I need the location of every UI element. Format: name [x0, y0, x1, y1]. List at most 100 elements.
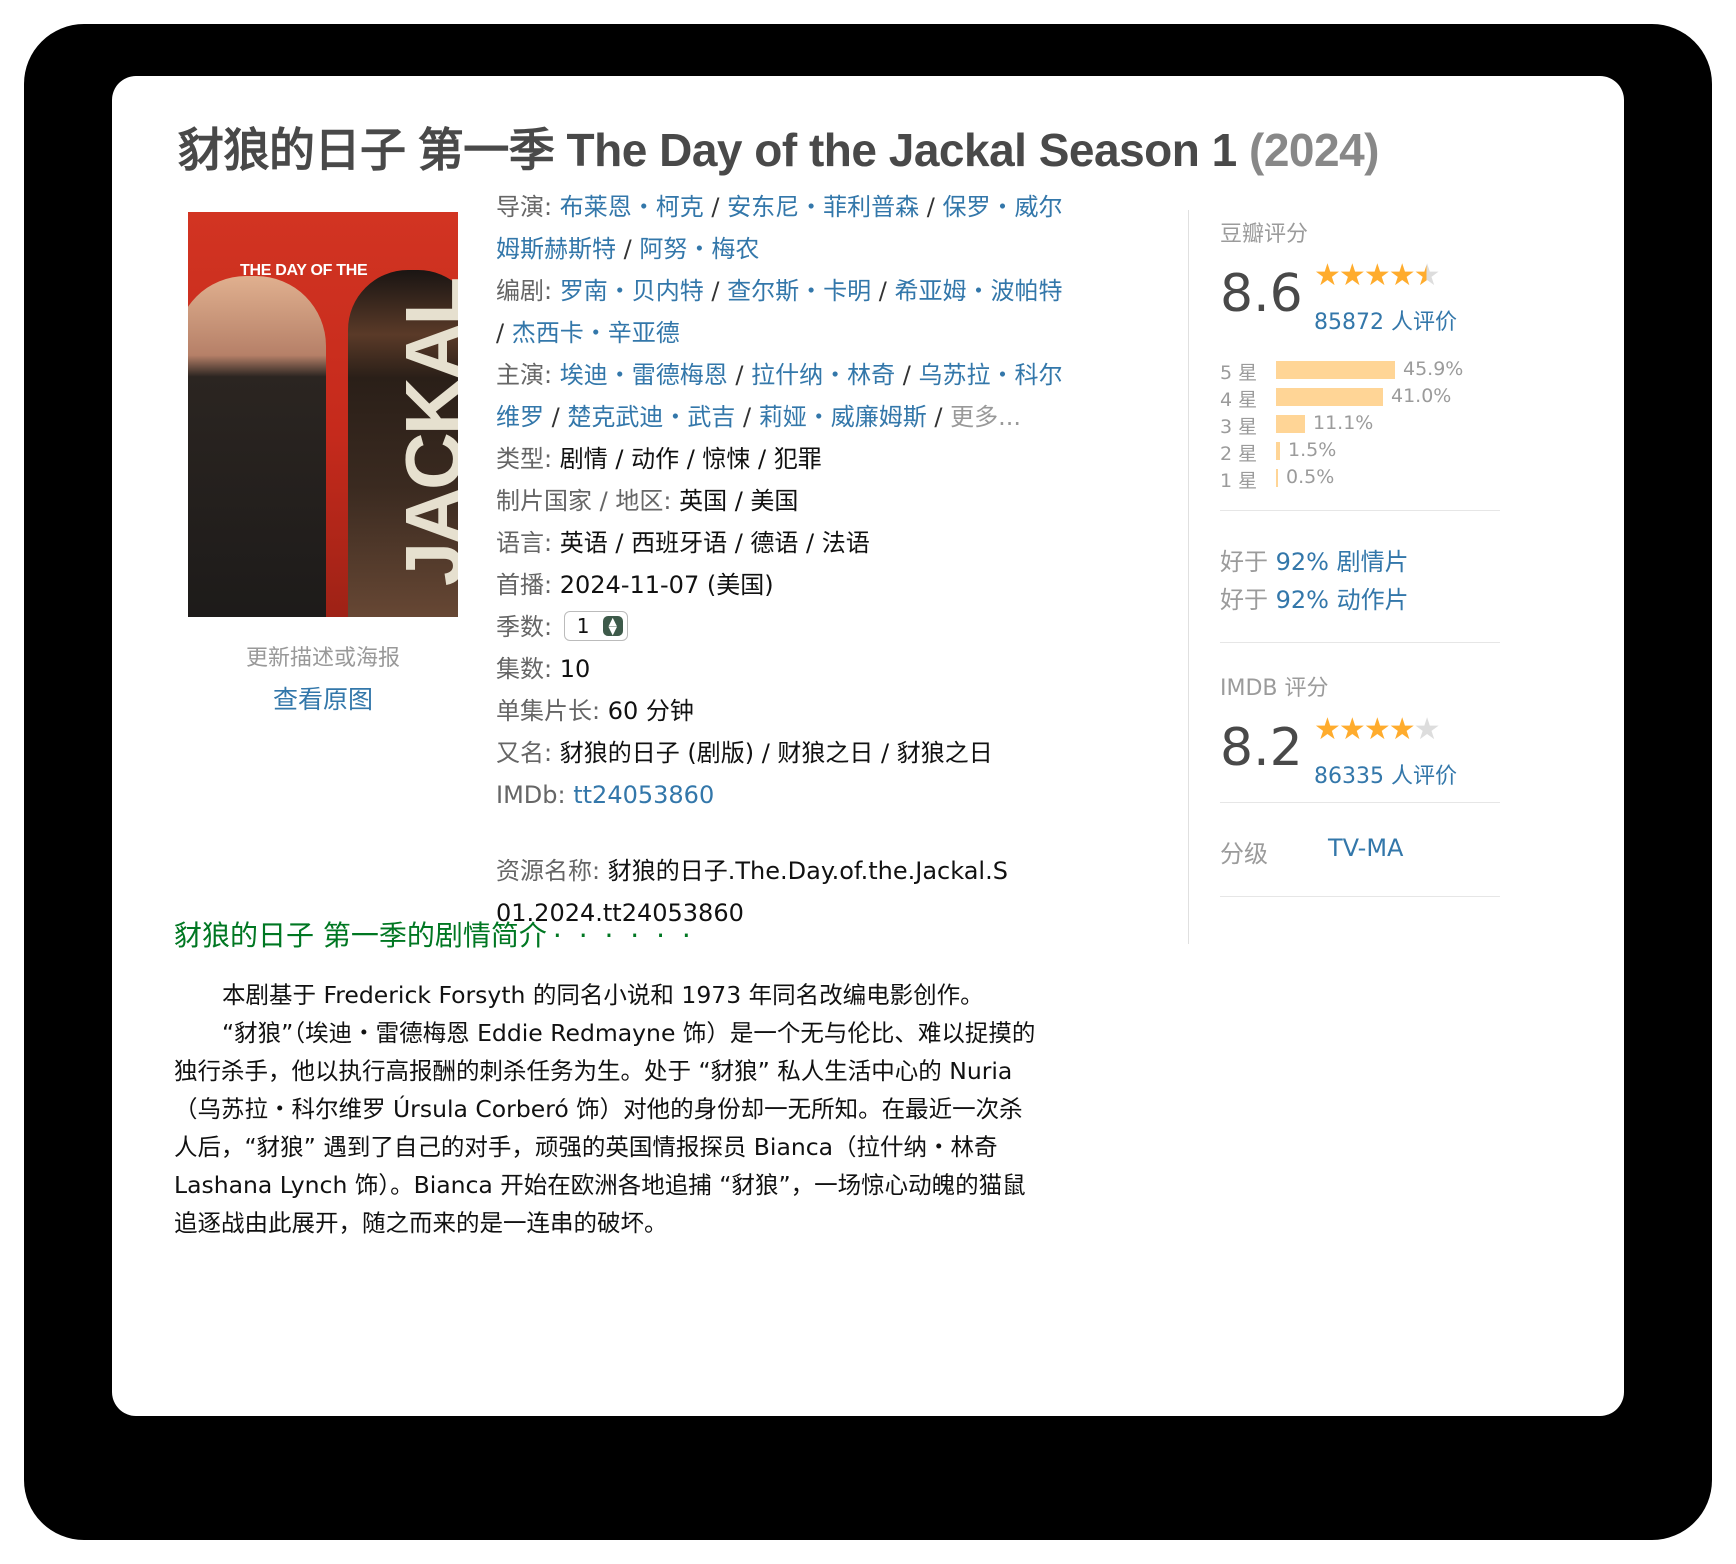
writer-link[interactable]: 查尔斯・卡明 — [727, 277, 871, 305]
rating-bar-4: 4 星 41.0% — [1220, 385, 1500, 411]
resource-label: 资源名称: — [496, 857, 601, 885]
content-rating-value[interactable]: TV-MA — [1328, 834, 1403, 862]
director-link[interactable]: 布莱恩・柯克 — [560, 193, 704, 221]
rating-bar-2: 2 星 1.5% — [1220, 439, 1500, 465]
writer-link[interactable]: 杰西卡・辛亚德 — [512, 319, 680, 347]
imdb-link[interactable]: tt24053860 — [573, 781, 714, 809]
star-full-icon: ★ — [1338, 258, 1366, 293]
episodes-row: 集数: 10 — [496, 648, 1074, 690]
star-empty-icon: ★ — [1413, 712, 1441, 747]
poster-figure-left — [188, 276, 326, 617]
better-than-prefix: 好于 — [1220, 548, 1268, 576]
rating-bar-5: 5 星 45.9% — [1220, 358, 1500, 384]
rating-bar-1: 1 星 0.5% — [1220, 466, 1500, 492]
info-block: 导演: 布莱恩・柯克 / 安东尼・菲利普森 / 保罗・威尔姆斯赫斯特 / 阿努・… — [496, 186, 1074, 934]
cast-label: 主演 — [496, 361, 544, 389]
aka-value: 豺狼的日子 (剧版) / 财狼之日 / 豺狼之日 — [559, 739, 993, 767]
season-label: 季数: — [496, 613, 553, 641]
imdb-label: IMDb: — [496, 781, 566, 809]
premiere-label: 首播: — [496, 571, 553, 599]
cast-link[interactable]: 拉什纳・林奇 — [751, 361, 895, 389]
runtime-label: 单集片长: — [496, 697, 601, 725]
writer-label: 编剧 — [496, 277, 544, 305]
rating-bar-label: 4 星 — [1220, 389, 1258, 411]
rating-bar-fill — [1276, 442, 1280, 460]
page-title: 豺狼的日子 第一季 The Day of the Jackal Season 1… — [178, 114, 1379, 180]
star-full-icon: ★ — [1314, 712, 1341, 747]
rating-bar-label: 1 星 — [1220, 470, 1258, 492]
country-row: 制片国家 / 地区: 英国 / 美国 — [496, 480, 1074, 522]
imdb-score: 8.2 — [1220, 718, 1303, 778]
runtime-value: 60 分钟 — [607, 697, 694, 725]
star-full-icon: ★ — [1363, 258, 1391, 293]
rating-bar-pct: 11.1% — [1313, 412, 1374, 434]
poster-top-text: THE DAY OF THE — [240, 262, 368, 279]
imdb-row: IMDb: tt24053860 — [496, 774, 1074, 816]
director-row: 导演: 布莱恩・柯克 / 安东尼・菲利普森 / 保罗・威尔姆斯赫斯特 / 阿努・… — [496, 193, 1063, 263]
premiere-value: 2024-11-07 (美国) — [559, 571, 774, 599]
summary-paragraph: “豺狼”（埃迪・雷德梅恩 Eddie Redmayne 饰）是一个无与伦比、难以… — [174, 1019, 1036, 1237]
summary-heading-dots: · · · · · · — [552, 919, 695, 952]
section-divider — [1220, 896, 1500, 897]
update-poster-link[interactable]: 更新描述或海报 — [188, 640, 458, 672]
cast-link[interactable]: 楚克武迪・武吉 — [567, 403, 735, 431]
star-full-icon: ★ — [1363, 712, 1391, 747]
cast-link[interactable]: 埃迪・雷德梅恩 — [560, 361, 728, 389]
summary-paragraph: 本剧基于 Frederick Forsyth 的同名小说和 1973 年同名改编… — [222, 981, 984, 1009]
writer-row: 编剧: 罗南・贝内特 / 查尔斯・卡明 / 希亚姆・波帕特 / 杰西卡・辛亚德 — [496, 277, 1063, 347]
writer-link[interactable]: 罗南・贝内特 — [560, 277, 704, 305]
rating-bar-fill — [1276, 415, 1305, 433]
better-than-link[interactable]: 92% 剧情片 — [1276, 548, 1409, 576]
cast-row: 主演: 埃迪・雷德梅恩 / 拉什纳・林奇 / 乌苏拉・科尔维罗 / 楚克武迪・武… — [496, 361, 1063, 431]
season-row: 季数: 1 ▲ ▼ — [496, 606, 1074, 648]
cast-link[interactable]: 莉娅・威廉姆斯 — [759, 403, 927, 431]
rating-bar-label: 5 星 — [1220, 362, 1258, 384]
better-than-prefix: 好于 — [1220, 586, 1268, 614]
country-value: 英国 / 美国 — [679, 487, 799, 515]
rating-bar-pct: 0.5% — [1286, 466, 1335, 488]
content-rating-label: 分级 — [1220, 840, 1268, 868]
director-link[interactable]: 安东尼・菲利普森 — [727, 193, 919, 221]
star-half-icon: ★ — [1413, 258, 1441, 293]
rating-bar-fill — [1276, 361, 1395, 379]
star-full-icon: ★ — [1338, 712, 1366, 747]
poster-title-text: JACKAL — [389, 279, 458, 587]
imdb-rating-label: IMDB 评分 — [1220, 676, 1329, 701]
subject-card: 豺狼的日子 第一季 The Day of the Jackal Season 1… — [112, 76, 1624, 1416]
episodes-value: 10 — [559, 655, 591, 683]
season-select[interactable]: 1 ▲ ▼ — [563, 611, 628, 641]
better-than-link[interactable]: 92% 动作片 — [1276, 586, 1409, 614]
director-label: 导演 — [496, 193, 544, 221]
rating-bar-fill — [1276, 469, 1278, 487]
imdb-rating-count[interactable]: 86335 人评价 — [1314, 758, 1457, 790]
better-than-row: 好于 92% 剧情片 — [1220, 542, 1409, 577]
star-full-icon: ★ — [1314, 258, 1341, 293]
director-link[interactable]: 阿努・梅农 — [639, 235, 759, 263]
section-divider — [1220, 802, 1500, 803]
premiere-row: 首播: 2024-11-07 (美国) — [496, 564, 1074, 606]
poster-image[interactable]: THE DAY OF THE JACKAL — [188, 212, 458, 617]
view-original-link[interactable]: 查看原图 — [188, 680, 458, 716]
runtime-row: 单集片长: 60 分钟 — [496, 690, 1074, 732]
aka-label: 又名: — [496, 739, 553, 767]
season-select-value: 1 — [576, 614, 590, 638]
star-full-icon: ★ — [1388, 258, 1416, 293]
rating-bar-fill — [1276, 388, 1383, 406]
vertical-divider — [1188, 210, 1189, 944]
country-label: 制片国家 / 地区: — [496, 487, 672, 515]
rating-bar-label: 2 星 — [1220, 443, 1258, 465]
aka-row: 又名: 豺狼的日子 (剧版) / 财狼之日 / 豺狼之日 — [496, 732, 1074, 774]
title-text: 豺狼的日子 第一季 The Day of the Jackal Season 1 — [178, 124, 1237, 176]
cast-more-link[interactable]: 更多... — [950, 403, 1021, 431]
genre-label: 类型: — [496, 445, 553, 473]
language-row: 语言: 英语 / 西班牙语 / 德语 / 法语 — [496, 522, 1074, 564]
language-value: 英语 / 西班牙语 / 德语 / 法语 — [559, 529, 870, 557]
douban-rating-label: 豆瓣评分 — [1220, 222, 1309, 247]
douban-stars: ★★★★★ — [1314, 258, 1441, 293]
writer-link[interactable]: 希亚姆・波帕特 — [894, 277, 1062, 305]
select-arrows-icon: ▲ ▼ — [602, 616, 623, 636]
title-year: (2024) — [1249, 124, 1379, 176]
douban-rating-count[interactable]: 85872 人评价 — [1314, 304, 1457, 336]
imdb-stars: ★★★★★ — [1314, 712, 1441, 747]
rating-bar-label: 3 星 — [1220, 416, 1258, 438]
